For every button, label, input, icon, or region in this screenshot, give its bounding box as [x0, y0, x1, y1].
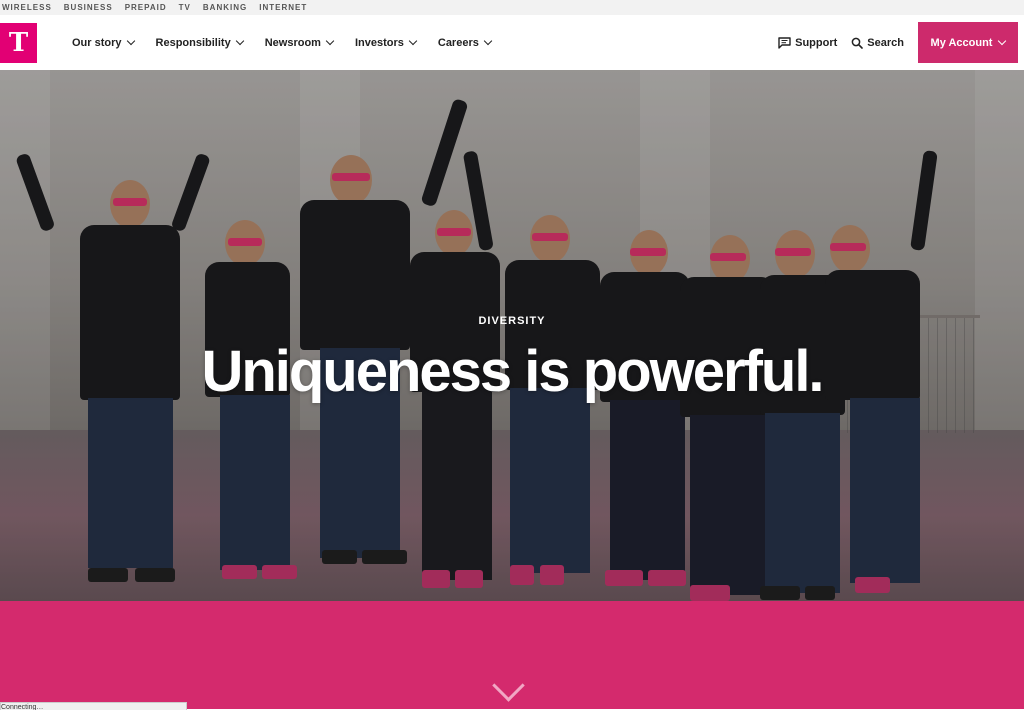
utility-link-wireless[interactable]: WIRELESS	[2, 3, 52, 12]
nav-responsibility-label: Responsibility	[155, 36, 231, 49]
nav-newsroom[interactable]: Newsroom	[264, 36, 335, 49]
chevron-down-icon	[998, 36, 1007, 46]
my-account-label: My Account	[930, 36, 993, 49]
chevron-down-icon	[235, 36, 244, 46]
nav-our-story-label: Our story	[72, 36, 122, 49]
primary-nav: Our story Responsibility Newsroom Invest…	[72, 15, 513, 70]
search-icon	[851, 37, 864, 49]
hero-overlay	[0, 70, 1024, 601]
utility-link-banking[interactable]: BANKING	[203, 3, 247, 12]
logo-text: T	[8, 28, 29, 58]
support-link[interactable]: Support	[778, 37, 837, 49]
chevron-down-icon	[483, 36, 493, 46]
chat-icon	[778, 36, 791, 49]
hero-headline: Uniqueness is powerful.	[201, 339, 824, 404]
nav-responsibility[interactable]: Responsibility	[155, 36, 244, 49]
hero-eyebrow: DIVERSITY	[478, 315, 546, 327]
utility-link-tv[interactable]: TV	[179, 3, 191, 12]
search-label: Search	[867, 36, 904, 49]
search-link[interactable]: Search	[851, 37, 904, 49]
header-utilities: Support Search	[764, 15, 904, 70]
nav-investors-label: Investors	[354, 36, 404, 49]
pink-band	[0, 601, 1024, 709]
chevron-down-icon	[325, 36, 335, 46]
utility-link-internet[interactable]: INTERNET	[259, 3, 307, 12]
nav-careers[interactable]: Careers	[437, 36, 493, 49]
nav-careers-label: Careers	[437, 36, 479, 49]
nav-our-story[interactable]: Our story	[72, 36, 135, 49]
utility-nav: WIRELESS BUSINESS PREPAID TV BANKING INT…	[0, 0, 1024, 15]
utility-link-business[interactable]: BUSINESS	[64, 3, 113, 12]
hero-banner: DIVERSITY Uniqueness is powerful.	[0, 70, 1024, 601]
my-account-button[interactable]: My Account	[918, 22, 1018, 63]
chevron-down-icon	[126, 36, 135, 46]
utility-link-prepaid[interactable]: PREPAID	[125, 3, 167, 12]
support-label: Support	[795, 36, 838, 49]
main-header: T Our story Responsibility Newsroom Inve…	[0, 15, 1024, 71]
chevron-down-icon	[408, 36, 418, 46]
nav-investors[interactable]: Investors	[354, 36, 418, 49]
nav-newsroom-label: Newsroom	[264, 36, 321, 49]
tmobile-logo[interactable]: T	[0, 23, 37, 63]
scroll-down-icon[interactable]	[492, 669, 525, 702]
